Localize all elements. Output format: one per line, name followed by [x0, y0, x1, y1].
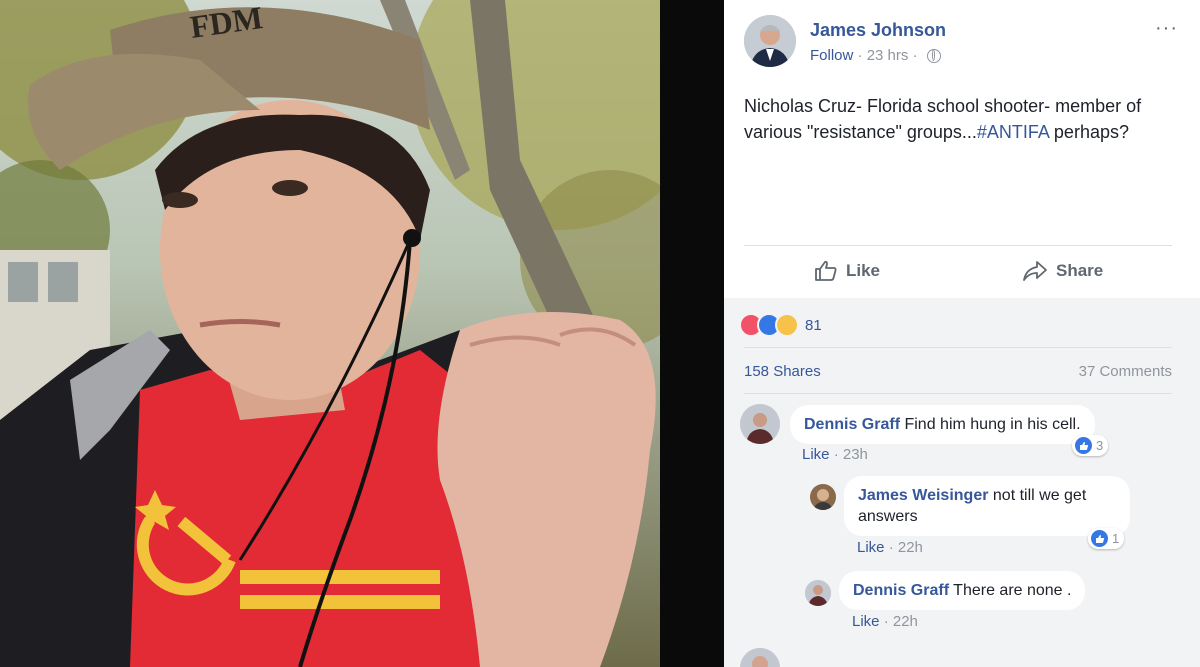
facebook-post: James Johnson Follow · 23 hrs · ··· Nich…: [724, 0, 1200, 667]
comment-bubble: Dennis Graff There are none .: [839, 571, 1086, 610]
shares-count[interactable]: 158 Shares: [744, 363, 821, 380]
commenter-avatar[interactable]: [810, 484, 836, 510]
action-divider: [744, 245, 1172, 246]
meta-separator: ·: [853, 47, 867, 64]
post-photo[interactable]: FDM: [0, 0, 660, 667]
share-arrow-icon: [1023, 261, 1047, 281]
like-label: Like: [846, 261, 881, 280]
globe-icon: [926, 48, 941, 63]
panel-gap: [660, 0, 724, 667]
sad-icon: [775, 313, 799, 337]
comment-text: Find him hung in his cell.: [904, 416, 1081, 433]
reaction-count: 81: [805, 316, 822, 334]
comment-like-link[interactable]: Like: [802, 446, 830, 463]
thumbs-up-icon: [815, 260, 837, 281]
comment-actions: Like · 22h: [857, 539, 923, 556]
hashtag-link[interactable]: #ANTIFA: [977, 122, 1049, 142]
post-text-end: perhaps?: [1048, 122, 1129, 142]
comment-like-count[interactable]: 1: [1088, 528, 1125, 549]
comment-bubble: Dennis Graff Find him hung in his cell.: [790, 405, 1095, 444]
comment-actions: Like · 22h: [852, 613, 918, 630]
commenter-avatar[interactable]: [740, 404, 780, 444]
comment-like-link[interactable]: Like: [852, 613, 880, 630]
commenter-name[interactable]: Dennis Graff: [804, 416, 900, 433]
comment-actions: Like · 23h: [802, 446, 868, 463]
comment-time[interactable]: 23h: [843, 446, 868, 463]
comment-like-number: 3: [1096, 438, 1104, 453]
like-button[interactable]: Like: [814, 259, 880, 283]
like-icon: [1075, 437, 1092, 454]
comment-like-count[interactable]: 3: [1072, 435, 1109, 456]
reactions-summary[interactable]: 81: [739, 313, 822, 337]
share-label: Share: [1056, 261, 1104, 280]
like-icon: [1091, 530, 1108, 547]
comment-like-link[interactable]: Like: [857, 539, 885, 556]
photo-illustration: [0, 0, 660, 667]
comment-bubble: James Weisinger not till we get answers: [844, 476, 1130, 536]
meta-separator-2: ·: [908, 47, 922, 64]
follow-link[interactable]: Follow: [810, 47, 853, 64]
comment-time[interactable]: 22h: [898, 539, 923, 556]
post-meta: Follow · 23 hrs ·: [810, 47, 941, 64]
commenter-avatar[interactable]: [805, 580, 831, 606]
author-name[interactable]: James Johnson: [810, 20, 946, 41]
commenter-name[interactable]: James Weisinger: [858, 487, 988, 504]
comment-time[interactable]: 22h: [893, 613, 918, 630]
commenter-name[interactable]: Dennis Graff: [853, 582, 949, 599]
comments-divider: [744, 393, 1172, 394]
stats-divider: [744, 347, 1172, 348]
more-options-icon[interactable]: ···: [1155, 18, 1178, 38]
post-text: Nicholas Cruz- Florida school shooter- m…: [744, 93, 1184, 145]
comment-text: There are none .: [953, 582, 1072, 599]
author-avatar[interactable]: [744, 15, 796, 67]
comment-like-number: 1: [1112, 531, 1120, 546]
post-timestamp[interactable]: 23 hrs: [867, 47, 909, 64]
comments-count[interactable]: 37 Comments: [1079, 363, 1172, 380]
share-button[interactable]: Share: [1022, 259, 1103, 283]
